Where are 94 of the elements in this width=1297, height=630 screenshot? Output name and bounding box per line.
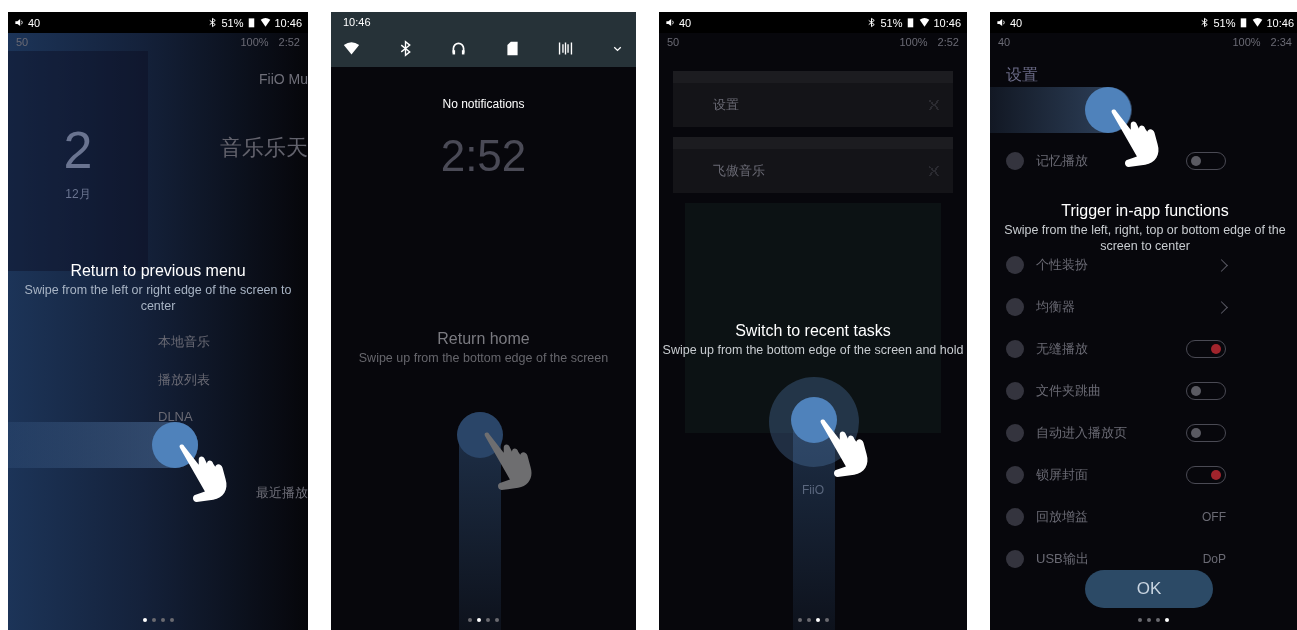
- gesture-title: Return to previous menu: [70, 262, 246, 280]
- setting-label: 个性装扮: [1036, 256, 1089, 274]
- setting-icon: [1006, 298, 1024, 316]
- app-title: FiiO Mu: [259, 71, 308, 87]
- dim-lock-clock: 2:52: [440, 131, 527, 181]
- dim-date: 12月: [65, 185, 91, 203]
- battery-percent: 51%: [1213, 16, 1236, 29]
- touch-point: [152, 422, 198, 468]
- setting-label: 自动进入播放页: [1036, 424, 1128, 442]
- setting-icon: [1006, 508, 1024, 526]
- dim-volume-level: 40: [998, 36, 1011, 48]
- dim-clock-time: 2:34: [1270, 36, 1292, 48]
- clock-time: 10:46: [343, 16, 372, 28]
- gesture-description: Swipe up from the bottom edge of the screen: [358, 350, 609, 367]
- bluetooth-icon: [866, 17, 878, 28]
- setting-icon: [1006, 424, 1024, 442]
- dim-battery-percent: 100%: [899, 36, 928, 48]
- setting-label: 锁屏封面: [1036, 466, 1089, 484]
- speaker-icon: [996, 17, 1007, 28]
- page-indicator-dot[interactable]: [169, 618, 174, 622]
- setting-icon: [1006, 550, 1024, 568]
- setting-label: 均衡器: [1036, 298, 1076, 316]
- setting-label: 文件夹跳曲: [1036, 382, 1102, 400]
- page-indicator-dot[interactable]: [1165, 618, 1169, 622]
- volume-level: 40: [28, 16, 41, 29]
- page-indicator-dot[interactable]: [806, 618, 811, 622]
- touch-point: [1085, 87, 1131, 133]
- settings-title: 设置: [1006, 65, 1039, 85]
- audio-bars-icon[interactable]: [557, 40, 575, 57]
- bluetooth-icon: [1199, 17, 1211, 28]
- speaker-icon: [14, 17, 25, 28]
- gesture-title: Trigger in-app functions: [1061, 202, 1229, 220]
- page-indicator-dot[interactable]: [151, 618, 156, 622]
- battery-percent: 51%: [880, 16, 903, 29]
- setting-icon: [1006, 256, 1024, 274]
- setting-value: DoP: [1202, 552, 1226, 566]
- clock-time: 10:46: [1266, 16, 1294, 29]
- dim-volume-level: 50: [16, 36, 29, 48]
- gesture-title: Return home: [437, 330, 530, 348]
- page-indicator-dot[interactable]: [1147, 618, 1151, 622]
- setting-label: USB输出: [1036, 550, 1090, 568]
- volume-level: 40: [1010, 16, 1023, 29]
- touch-point: [457, 412, 503, 458]
- recent-heading: 最近播放: [256, 484, 308, 502]
- page-indicator-dot[interactable]: [824, 618, 829, 622]
- bluetooth-icon: [207, 17, 219, 28]
- gesture-description: Swipe from the left or right edge of the screen to center: [23, 282, 293, 315]
- page-indicator-dot[interactable]: [142, 618, 147, 622]
- battery-percent: 51%: [221, 16, 244, 29]
- wifi-icon: [919, 17, 931, 28]
- dim-artist-name: FiiO: [802, 483, 824, 497]
- menu-item[interactable]: 播放列表: [158, 371, 308, 389]
- recent-task-card[interactable]: 飞傲音乐: [673, 137, 953, 193]
- setting-label: 记忆播放: [1036, 152, 1089, 170]
- speaker-icon: [665, 17, 676, 28]
- gesture-description: Swipe up from the bottom edge of the screen and hold: [662, 342, 964, 359]
- page-indicator-dot[interactable]: [1138, 618, 1142, 622]
- task-title: 设置: [712, 96, 739, 114]
- page-indicator-dot[interactable]: [495, 618, 499, 622]
- page-indicator-dot[interactable]: [160, 618, 165, 622]
- setting-label: 回放增益: [1036, 508, 1089, 526]
- dim-battery-percent: 100%: [1232, 36, 1261, 48]
- menu-item[interactable]: DLNA: [158, 409, 308, 424]
- wifi-icon[interactable]: [343, 40, 360, 57]
- ok-button[interactable]: OK: [1085, 570, 1213, 608]
- menu-item[interactable]: 本地音乐: [158, 333, 308, 351]
- dim-clock-time: 2:52: [278, 36, 300, 48]
- dim-volume-level: 50: [667, 36, 680, 48]
- setting-value: OFF: [1202, 510, 1226, 524]
- setting-icon: [1006, 152, 1024, 170]
- setting-icon: [1006, 340, 1024, 358]
- page-indicator-dot[interactable]: [477, 618, 481, 622]
- page-indicator-dot[interactable]: [468, 618, 472, 622]
- page-indicator-dot[interactable]: [815, 618, 820, 622]
- volume-level: 40: [679, 16, 692, 29]
- page-indicator-dot[interactable]: [1156, 618, 1160, 622]
- setting-icon: [1006, 466, 1024, 484]
- empty-notifications-text: No notifications: [442, 97, 525, 111]
- clock-time: 10:46: [933, 16, 961, 29]
- gesture-title: Switch to recent tasks: [735, 322, 891, 340]
- clock-time: 10:46: [274, 16, 302, 29]
- banner-title: 音乐乐天: [220, 134, 308, 162]
- dim-clock-digit: 2: [63, 119, 93, 180]
- task-title: 飞傲音乐: [712, 162, 765, 180]
- wifi-icon: [260, 17, 272, 28]
- setting-icon: [1006, 382, 1024, 400]
- page-indicator-dot[interactable]: [797, 618, 802, 622]
- page-indicator-dot[interactable]: [486, 618, 490, 622]
- gesture-description: Swipe from the left, right, top or bottom edge of the screen to center: [1003, 222, 1287, 255]
- dim-battery-percent: 100%: [240, 36, 269, 48]
- setting-label: 无缝播放: [1036, 340, 1089, 358]
- recent-task-card[interactable]: 设置: [673, 71, 953, 127]
- dim-clock-time: 2:52: [937, 36, 959, 48]
- wifi-icon: [1252, 17, 1264, 28]
